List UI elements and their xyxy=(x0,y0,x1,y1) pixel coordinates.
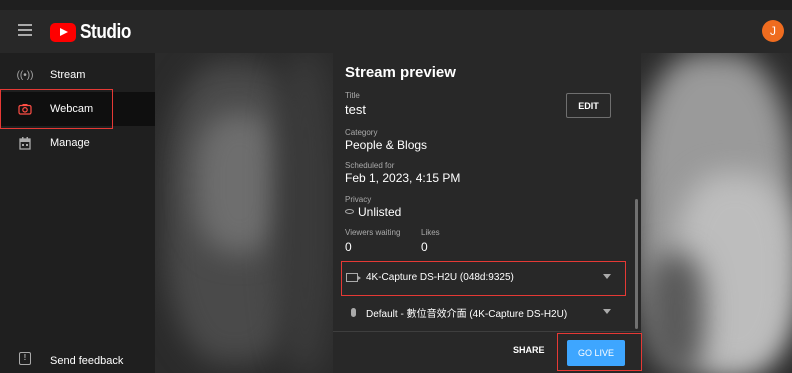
category-value: People & Blogs xyxy=(345,138,428,152)
calendar-icon xyxy=(16,134,34,152)
camera-select[interactable]: 4K-Capture DS-H2U (048d:9325) xyxy=(341,263,623,291)
edit-button[interactable]: EDIT xyxy=(566,93,611,118)
sidebar-item-label: Stream xyxy=(50,69,86,81)
avatar[interactable]: J xyxy=(762,20,784,42)
dialog-scrollbar[interactable] xyxy=(635,199,638,329)
viewers-label: Viewers waiting xyxy=(345,228,401,237)
sidebar-item-label: Manage xyxy=(50,137,90,149)
microphone-select[interactable]: Default - 數位音效介面 (4K-Capture DS-H2U) xyxy=(341,298,623,326)
sidebar-item-label: Webcam xyxy=(50,103,94,115)
microphone-icon xyxy=(346,307,362,317)
title-label: Title xyxy=(345,91,360,100)
privacy-row: Unlisted xyxy=(345,205,401,219)
dialog-divider xyxy=(333,331,641,332)
sidebar-item-webcam[interactable]: Webcam xyxy=(0,92,155,126)
privacy-value: Unlisted xyxy=(358,205,402,219)
scheduled-label: Scheduled for xyxy=(345,161,395,170)
viewers-value: 0 xyxy=(345,240,352,254)
go-live-button[interactable]: GO LIVE xyxy=(567,340,625,366)
stream-preview-dialog: Stream preview Title test EDIT Category … xyxy=(333,53,641,373)
youtube-studio-app: Studio J ((•)) Stream Webcam Manage Stre… xyxy=(0,0,792,373)
send-feedback-button[interactable]: ! Send feedback xyxy=(0,348,155,373)
sidebar: ((•)) Stream Webcam Manage xyxy=(0,53,155,373)
chevron-down-icon xyxy=(603,309,611,314)
chevron-down-icon xyxy=(603,274,611,279)
title-value: test xyxy=(345,102,366,117)
scheduled-value: Feb 1, 2023, 4:15 PM xyxy=(345,171,461,185)
privacy-label: Privacy xyxy=(345,195,372,204)
sidebar-item-stream[interactable]: ((•)) Stream xyxy=(0,58,155,92)
camera-source-icon xyxy=(346,272,362,282)
link-icon xyxy=(345,209,354,215)
camera-icon xyxy=(16,100,34,118)
menu-icon[interactable] xyxy=(18,24,32,36)
sidebar-item-manage[interactable]: Manage xyxy=(0,126,155,160)
microphone-select-value: Default - 數位音效介面 (4K-Capture DS-H2U) xyxy=(366,308,568,320)
logo-text: Studio xyxy=(80,21,131,43)
dialog-title: Stream preview xyxy=(345,64,456,81)
top-bar: Studio J xyxy=(0,10,792,53)
feedback-icon: ! xyxy=(19,352,31,365)
share-button[interactable]: SHARE xyxy=(513,345,545,355)
category-label: Category xyxy=(345,128,378,137)
feedback-label: Send feedback xyxy=(50,355,124,367)
broadcast-icon: ((•)) xyxy=(16,69,34,81)
likes-value: 0 xyxy=(421,240,428,254)
youtube-play-icon xyxy=(50,23,76,42)
likes-label: Likes xyxy=(421,228,440,237)
studio-logo[interactable]: Studio xyxy=(50,21,139,44)
camera-select-value: 4K-Capture DS-H2U (048d:9325) xyxy=(366,271,514,283)
